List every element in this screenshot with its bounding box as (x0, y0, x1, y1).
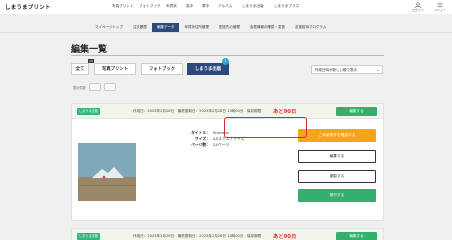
top-nav-item[interactable]: しまうまプラス (274, 4, 306, 9)
edit-button[interactable]: 編集する (298, 150, 376, 163)
sort-select[interactable]: 作成日時が新しい順で表示 ⌄ (311, 65, 383, 74)
publish-button-highlight (224, 117, 307, 138)
deadline-text: あと90日 (273, 109, 297, 115)
created-date: 作成日：2025年2月28日 (133, 234, 175, 238)
subnav-item-member-info[interactable]: 会員情報の確認・変更 (245, 23, 290, 32)
subnav-item-address[interactable]: 年賀状住所管理 (179, 23, 214, 32)
tab-all[interactable]: 全て (71, 63, 89, 75)
filter-label: 表示件数 (73, 86, 86, 90)
menu-label: メニュー (433, 8, 446, 12)
status-badge: しまうま出版 (77, 233, 100, 240)
top-nav-item[interactable]: 年賀状 (166, 4, 186, 9)
top-nav-item[interactable]: フォトブック (139, 4, 166, 9)
subnav-item-delivery[interactable]: 配送先の管理 (214, 23, 245, 32)
duplicate-button[interactable]: 複製する (298, 170, 376, 183)
top-nav-item[interactable]: 写真プリント (112, 4, 139, 9)
subnav-item-edit-data[interactable]: 編集データ (151, 23, 180, 32)
deadline-text: あと90日 (273, 234, 297, 240)
edit-button[interactable]: 編集する (336, 107, 377, 116)
card-dates: 作成日：2025年2月28日 最終更新日：2025年2月28日 13時00分 保… (133, 234, 261, 239)
status-badge: しまうま出版 (77, 108, 100, 115)
divider (0, 32, 452, 33)
mypage-subnav: マイページトップ 注文履歴 編集データ 年賀状住所管理 配送先の管理 会員情報の… (0, 23, 452, 32)
subnav-item-mypage-top[interactable]: マイページトップ (90, 23, 128, 32)
chevron-down-icon: ⌄ (376, 67, 380, 72)
header-icons: ログイン メニュー (412, 2, 446, 12)
subnav-item-referral[interactable]: 友達招待プログラム (290, 23, 331, 32)
tab-photobook[interactable]: フォトブック (141, 63, 183, 75)
created-date: 作成日：2025年2月28日 (133, 109, 175, 113)
subnav-item-order-history[interactable]: 注文履歴 (128, 23, 152, 32)
sort-select-value: 作成日時が新しい順で表示 (315, 68, 357, 72)
card-header: しまうま出版 作成日：2025年2月28日 最終更新日：2025年2月28日 1… (72, 229, 383, 240)
page-title: 編集一覧 (71, 45, 108, 55)
retention-label: 保存期限 (246, 234, 262, 238)
edit-item-card: しまうま出版 作成日：2025年2月28日 最終更新日：2025年2月28日 1… (71, 228, 384, 240)
updated-date: 最終更新日：2025年2月28日 13時00分 (177, 234, 244, 238)
site-header: しまうまプリント 写真プリント フォトブック 年賀状 喪中 寒中 アルバム しま… (0, 0, 452, 14)
info-key: ページ数： (191, 142, 210, 147)
tab-count-badge: 1 (222, 58, 229, 65)
terms-button[interactable]: ご利用条件を確認する (298, 129, 376, 142)
top-nav-item[interactable]: しまうま出版 (242, 4, 274, 9)
edit-button[interactable]: 編集する (336, 232, 377, 240)
login-link[interactable]: ログイン (412, 2, 424, 12)
menu-link[interactable]: メニュー (434, 2, 446, 12)
login-label: ログイン (411, 8, 424, 12)
top-nav-item[interactable]: アルバム (218, 4, 242, 9)
top-nav-item[interactable]: 寒中 (202, 4, 218, 9)
filter-pill[interactable] (89, 83, 101, 91)
tab-photo-print[interactable]: 写真プリント (94, 63, 136, 75)
info-value: 24ページ (213, 142, 230, 147)
tab-shimauma-publishing[interactable]: しまうま出版 (187, 63, 229, 75)
divider (71, 55, 384, 56)
filter-pill[interactable] (104, 83, 116, 91)
card-dates: 作成日：2025年2月28日 最終更新日：2025年2月28日 13時00分 保… (133, 109, 261, 114)
top-nav-item[interactable]: 喪中 (186, 4, 202, 9)
tab-mini-label: 10 (88, 59, 94, 63)
top-nav: 写真プリント フォトブック 年賀状 喪中 寒中 アルバム しまうま出版 しまうま… (112, 4, 306, 9)
book-cover-thumbnail[interactable] (78, 143, 136, 201)
book-cover-image (78, 143, 136, 201)
retention-label: 保存期限 (246, 109, 262, 113)
updated-date: 最終更新日：2025年2月28日 13時00分 (177, 109, 244, 113)
site-logo[interactable]: しまうまプリント (5, 3, 51, 11)
publish-button[interactable]: 発行する (298, 189, 376, 202)
